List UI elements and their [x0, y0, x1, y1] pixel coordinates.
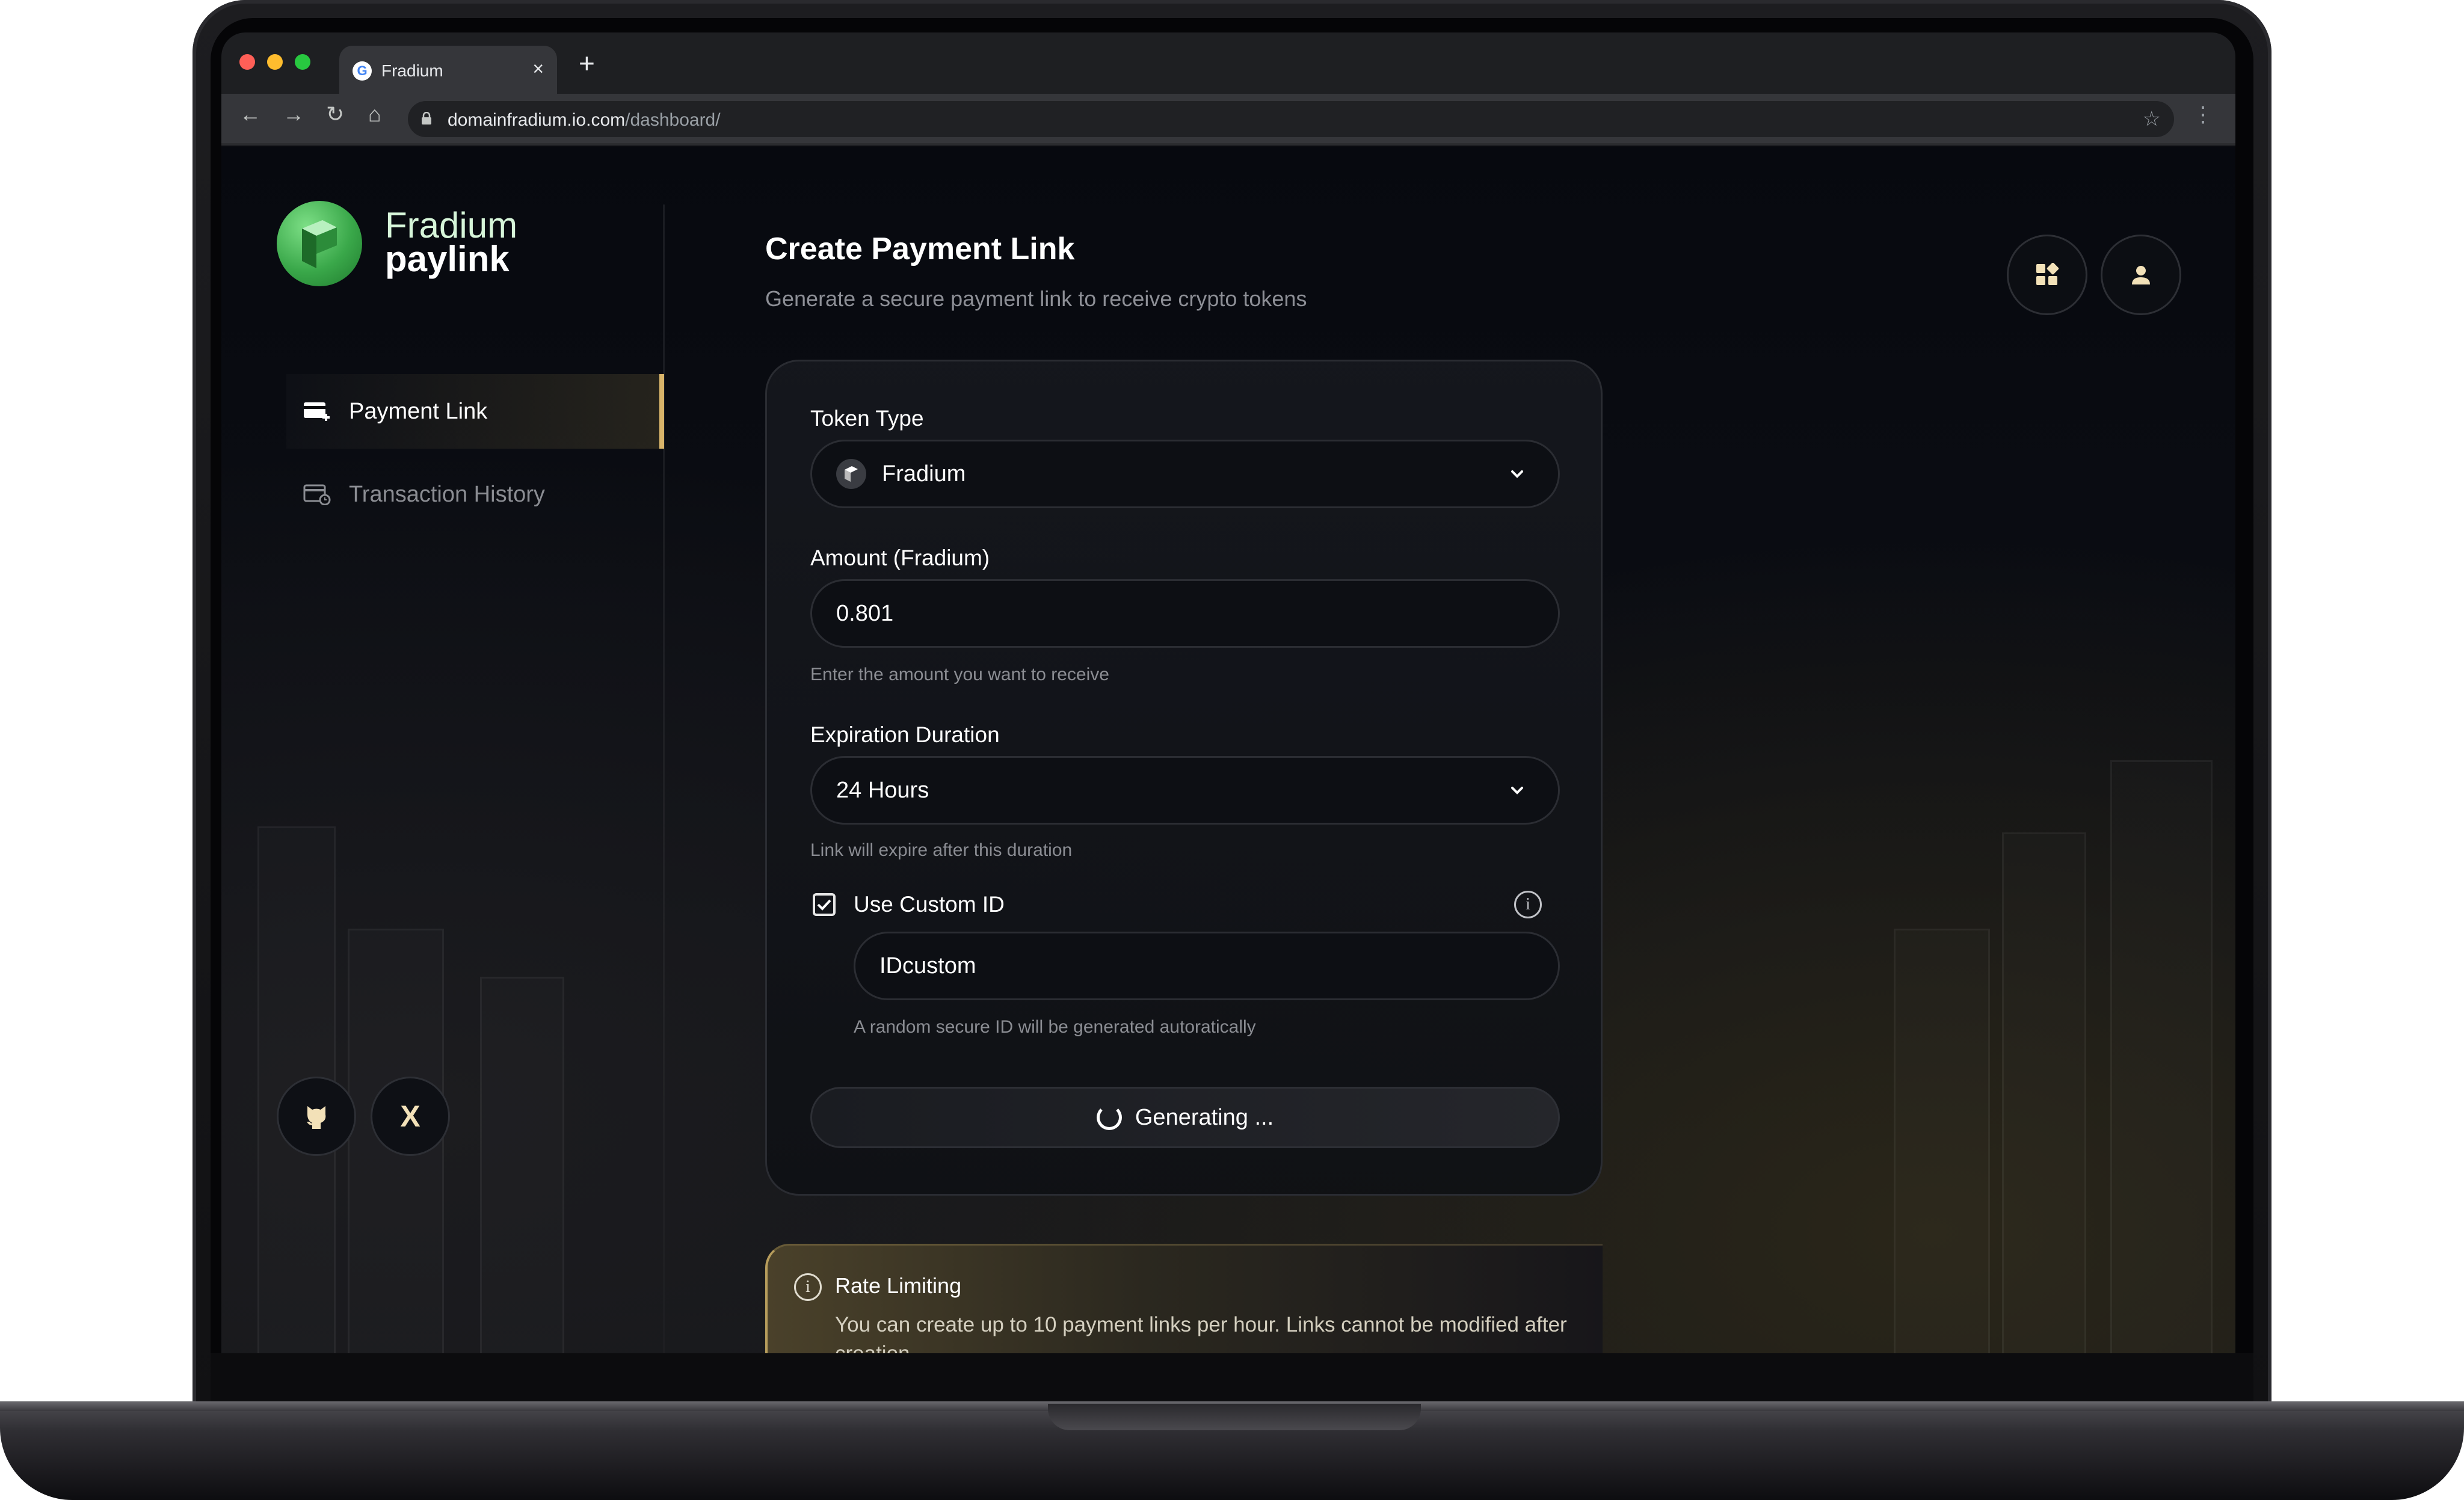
github-button[interactable] [277, 1077, 356, 1156]
background-decoration [480, 977, 564, 1353]
browser-tabbar: G Fradium × + [221, 32, 2235, 94]
bookmark-star-icon[interactable]: ☆ [2143, 107, 2161, 131]
x-button[interactable]: X [371, 1077, 450, 1156]
google-icon: G [353, 61, 372, 81]
dashboard-page: Fradium paylink Payment Link Transaction… [221, 147, 2235, 1353]
url-text: domainfradium.io.com/dashboard/ [448, 110, 721, 130]
new-tab-icon[interactable]: + [579, 49, 595, 77]
amount-value: 0.801 [836, 600, 894, 626]
github-icon [307, 1106, 326, 1129]
token-type-select[interactable]: Fradium [810, 440, 1560, 508]
loading-spinner-icon [1096, 1105, 1122, 1130]
background-decoration [1894, 929, 1990, 1353]
payment-card-icon [303, 399, 331, 423]
browser-menu-icon[interactable]: ⋮ [2192, 103, 2214, 125]
amount-hint: Enter the amount you want to receive [810, 665, 1109, 684]
laptop-notch [1048, 1404, 1421, 1430]
generate-button-label: Generating ... [1135, 1104, 1274, 1130]
close-tab-icon[interactable]: × [532, 59, 544, 78]
amount-label: Amount (Fradium) [810, 546, 990, 570]
expiration-select[interactable]: 24 Hours [810, 756, 1560, 825]
custom-id-value: IDcustom [879, 953, 976, 979]
apps-grid-icon [2036, 263, 2059, 285]
token-type-value: Fradium [882, 461, 966, 487]
brand-product: paylink [385, 239, 510, 279]
generate-button[interactable]: Generating ... [810, 1087, 1560, 1148]
apps-button[interactable] [2007, 235, 2087, 315]
screen: G Fradium × + ← → ↻ ⌂ domainfradium.io.c… [221, 32, 2235, 1353]
laptop-chin [211, 1353, 2253, 1407]
sidebar-item-label: Transaction History [349, 481, 545, 507]
rate-limit-notice: i Rate Limiting You can create up to 10 … [765, 1244, 1603, 1353]
info-icon: i [794, 1273, 822, 1301]
home-icon[interactable]: ⌂ [368, 103, 381, 125]
amount-input[interactable]: 0.801 [810, 579, 1560, 648]
close-window-button[interactable] [239, 54, 255, 70]
page-title: Create Payment Link [765, 232, 1075, 266]
background-decoration [2002, 832, 2086, 1353]
notice-title: Rate Limiting [835, 1273, 962, 1298]
fradium-token-icon [836, 459, 866, 489]
sidebar-item-label: Payment Link [349, 398, 488, 424]
back-icon[interactable]: ← [239, 103, 261, 125]
expiration-label: Expiration Duration [810, 722, 1000, 747]
notice-text: You can create up to 10 payment links pe… [835, 1313, 1567, 1353]
browser-toolbar: ← → ↻ ⌂ domainfradium.io.com/dashboard/ … [221, 94, 2235, 146]
chevron-down-icon [1511, 470, 1523, 478]
sidebar-item-payment-link[interactable]: Payment Link [286, 374, 664, 449]
expiration-value: 24 Hours [836, 777, 929, 803]
address-bar[interactable]: domainfradium.io.com/dashboard/ ☆ [408, 101, 2174, 137]
page-subtitle: Generate a secure payment link to receiv… [765, 286, 1307, 311]
profile-button[interactable] [2101, 235, 2181, 315]
background-decoration [2110, 760, 2213, 1353]
token-type-label: Token Type [810, 406, 924, 431]
reload-icon[interactable]: ↻ [326, 103, 344, 125]
history-card-icon [303, 482, 331, 506]
chevron-down-icon [1511, 787, 1523, 795]
browser-tab[interactable]: G Fradium × [339, 46, 557, 94]
user-icon [2132, 266, 2150, 284]
sidebar-item-transaction-history[interactable]: Transaction History [286, 457, 664, 532]
custom-id-checkbox[interactable] [813, 893, 836, 916]
maximize-window-button[interactable] [295, 54, 310, 70]
tab-title: Fradium [381, 61, 443, 80]
custom-id-input[interactable]: IDcustom [854, 932, 1560, 1000]
custom-id-label: Use Custom ID [854, 892, 1005, 917]
check-icon [817, 899, 831, 911]
expiration-hint: Link will expire after this duration [810, 840, 1073, 860]
lock-icon [422, 112, 431, 124]
fradium-logo-icon [277, 201, 362, 286]
custom-id-hint: A random secure ID will be generated aut… [854, 1017, 1256, 1037]
x-icon: X [400, 1099, 420, 1133]
payment-link-form: Token Type Fradium Amount (Fradium) 0.80… [765, 360, 1603, 1196]
minimize-window-button[interactable] [267, 54, 283, 70]
forward-icon[interactable]: → [283, 103, 304, 125]
info-icon[interactable]: i [1514, 891, 1542, 918]
